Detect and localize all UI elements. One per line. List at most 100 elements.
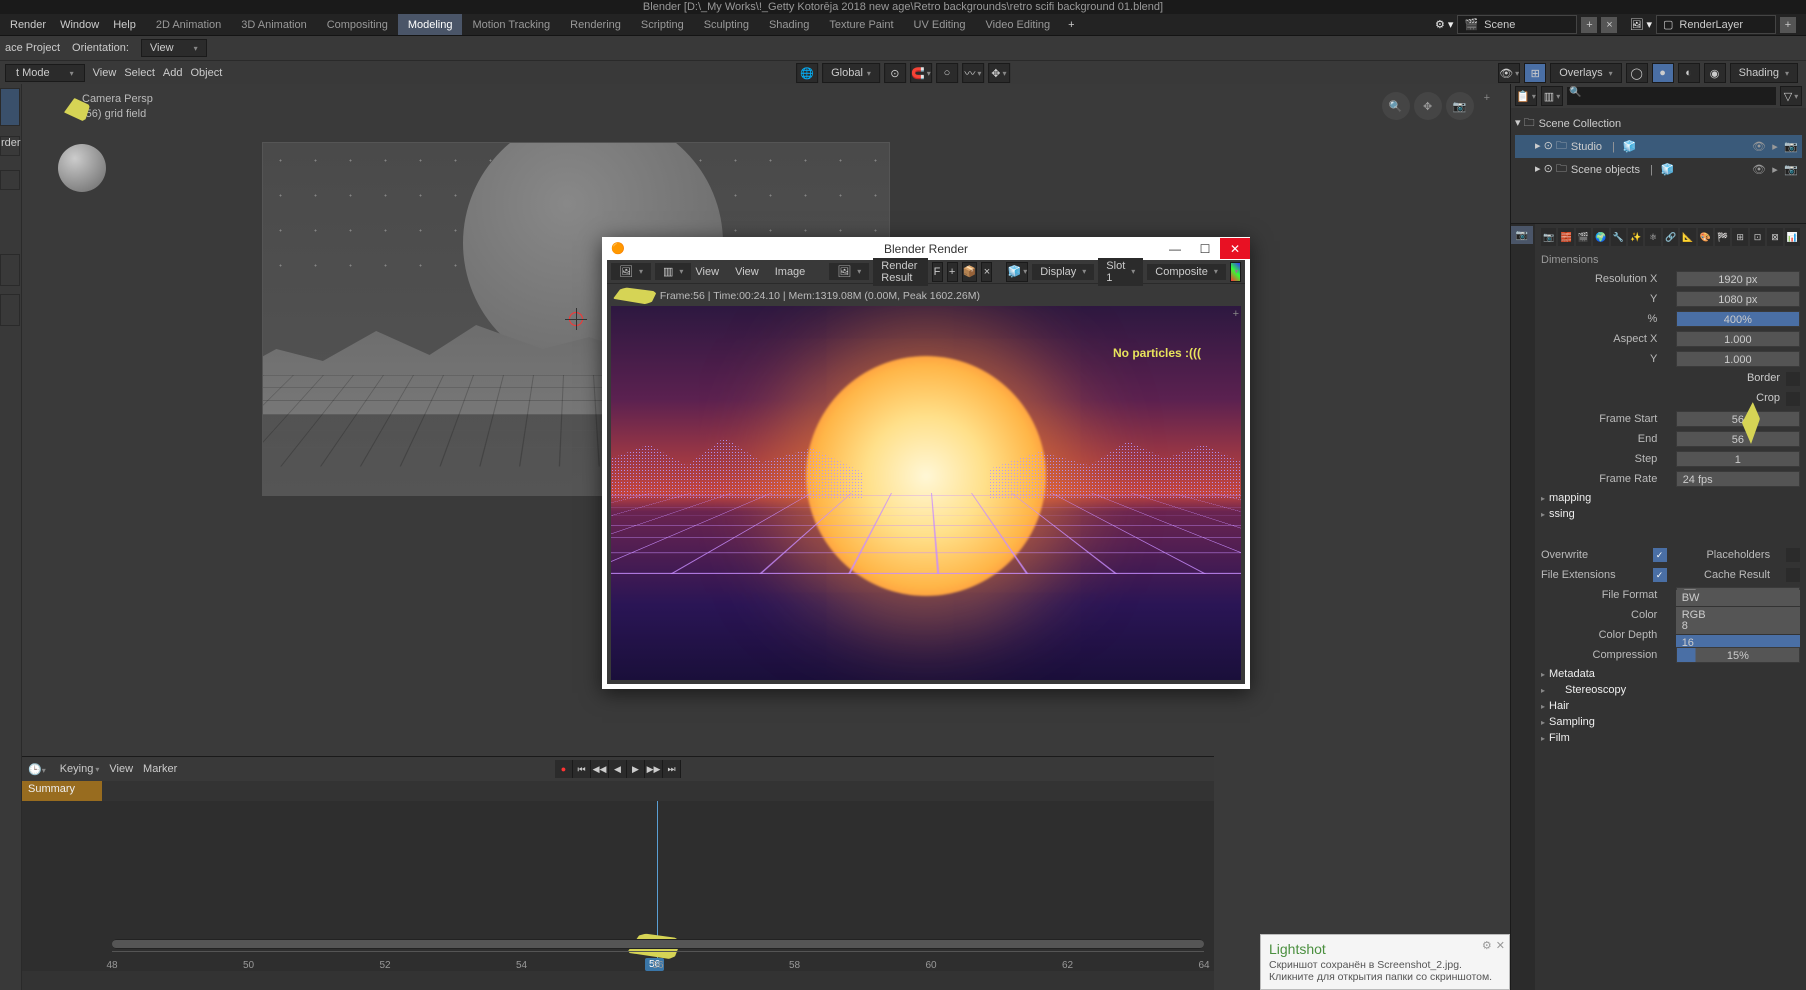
tool-rotate[interactable] <box>0 254 20 286</box>
outliner-search[interactable] <box>1567 87 1776 105</box>
placeholders-checkbox[interactable] <box>1786 548 1800 562</box>
color-bw-option[interactable]: BW <box>1676 590 1800 606</box>
close-button[interactable]: ✕ <box>1220 238 1250 259</box>
workspace-tab[interactable]: Sculpting <box>694 14 759 35</box>
ctx-icon[interactable]: ⊠ <box>1767 228 1782 246</box>
image-remove-button[interactable]: × <box>981 262 992 282</box>
frame-end-field[interactable]: 56 <box>1676 431 1800 447</box>
jump-start-button[interactable]: ⏮ <box>573 760 591 778</box>
nav-zoom-icon[interactable]: 🔍 <box>1382 92 1410 120</box>
editor-type-icon[interactable]: 🕒 <box>28 763 50 776</box>
resolution-x-field[interactable]: 1920 px <box>1676 271 1800 287</box>
postprocessing-panel[interactable]: ssing <box>1541 508 1800 520</box>
orientation-global[interactable]: Global <box>822 63 880 83</box>
display-channels-icon[interactable] <box>1230 262 1241 282</box>
render-vis-icon[interactable]: 📷 <box>1784 140 1798 153</box>
add-workspace-button[interactable]: + <box>1060 19 1082 31</box>
sampling-panel[interactable]: Sampling <box>1541 716 1800 728</box>
fake-user-button[interactable]: F <box>932 262 943 282</box>
view3d-view-menu[interactable]: View <box>93 67 117 79</box>
restrict-icon[interactable]: ▸ <box>1768 163 1782 176</box>
proportional-falloff-icon[interactable]: 〰 <box>962 63 984 83</box>
file-extensions-checkbox[interactable]: ✓ <box>1653 568 1667 582</box>
image-pack-icon[interactable]: 📦 <box>962 262 978 282</box>
slot-dropdown[interactable]: Slot 1 <box>1098 258 1143 286</box>
ctx-icon[interactable]: 🔗 <box>1663 228 1678 246</box>
stereoscopy-panel[interactable]: Stereoscopy <box>1541 684 1800 696</box>
display-dropdown[interactable]: Display <box>1032 264 1094 280</box>
timeline-scrollbar[interactable] <box>112 939 1204 949</box>
hair-panel[interactable]: Hair <box>1541 700 1800 712</box>
tree-row[interactable]: ▸ ⊙ 🗀 Studio|🧊👁▸📷 <box>1515 135 1802 158</box>
visibility-icon[interactable]: 👁 <box>1498 63 1520 83</box>
viewport-expand-icon[interactable]: + <box>1233 308 1239 320</box>
maximize-button[interactable]: ☐ <box>1190 238 1220 259</box>
ctx-icon[interactable]: 📐 <box>1680 228 1695 246</box>
renderlayer-field[interactable]: ▢RenderLayer <box>1656 15 1776 34</box>
workspace-tab[interactable]: UV Editing <box>904 14 976 35</box>
ctx-icon[interactable]: 🔧 <box>1611 228 1626 246</box>
editor-type-icon[interactable]: 🖼 <box>611 263 651 280</box>
jump-end-button[interactable]: ⏭ <box>663 760 681 778</box>
proportional-icon[interactable]: ○ <box>936 63 958 83</box>
nav-pan-icon[interactable]: ✥ <box>1414 92 1442 120</box>
view3d-object-menu[interactable]: Object <box>190 67 222 79</box>
aspect-y-field[interactable]: 1.000 <box>1676 351 1800 367</box>
minimize-button[interactable]: — <box>1160 238 1190 259</box>
scene-new-button[interactable]: + <box>1581 17 1597 33</box>
workspace-tab[interactable]: Scripting <box>631 14 694 35</box>
record-button[interactable]: ● <box>555 760 573 778</box>
frame-step-field[interactable]: 1 <box>1676 451 1800 467</box>
layer-browse-icon[interactable]: 🖼 ▾ <box>1629 18 1652 31</box>
ctx-icon[interactable]: 🎬 <box>1576 228 1591 246</box>
eye-icon[interactable]: 👁 <box>1752 140 1766 153</box>
play-button[interactable]: ▶ <box>627 760 645 778</box>
uv-icon[interactable]: 🧊 <box>1006 262 1028 282</box>
gizmo-icon[interactable]: ✥ <box>988 63 1010 83</box>
image-image-menu[interactable]: Image <box>775 266 806 278</box>
viewport-expand-icon[interactable]: + <box>1484 92 1490 120</box>
shading-lookdev[interactable]: ◐ <box>1678 63 1700 83</box>
menu-help[interactable]: Help <box>113 19 136 31</box>
play-reverse-button[interactable]: ◀ <box>609 760 627 778</box>
timeline-view-menu[interactable]: View <box>109 763 133 775</box>
restrict-icon[interactable]: ▸ <box>1768 140 1782 153</box>
film-panel[interactable]: Film <box>1541 732 1800 744</box>
outliner-filter-icon[interactable]: ▽ <box>1780 86 1802 106</box>
image-view-menu[interactable]: View <box>695 266 719 278</box>
depth-8-option[interactable]: 8 <box>1676 618 1800 634</box>
snap-icon[interactable]: 🧲 <box>910 63 932 83</box>
overwrite-checkbox[interactable]: ✓ <box>1653 548 1667 562</box>
menu-window[interactable]: Window <box>60 19 99 31</box>
timeline-marker-menu[interactable]: Marker <box>143 763 177 775</box>
view3d-select-menu[interactable]: Select <box>124 67 155 79</box>
resolution-percent-field[interactable]: 400% <box>1676 311 1800 327</box>
ctx-icon[interactable]: 📊 <box>1785 228 1800 246</box>
frame-start-field[interactable]: 56 <box>1676 411 1800 427</box>
tool-move[interactable] <box>0 170 20 190</box>
workspace-tab[interactable]: Rendering <box>560 14 631 35</box>
image-view2-menu[interactable]: View <box>735 266 759 278</box>
eye-icon[interactable]: 👁 <box>1752 163 1766 176</box>
image-browse-icon[interactable]: 🖼 <box>829 263 869 280</box>
keyframe-prev-button[interactable]: ◀◀ <box>591 760 609 778</box>
tree-row[interactable]: ▸ ⊙ 🗀 Scene objects|🧊👁▸📷 <box>1515 158 1802 181</box>
workspace-tab[interactable]: Modeling <box>398 14 463 35</box>
scene-name-field[interactable]: 🎬Scene <box>1457 15 1577 34</box>
tool-scale[interactable] <box>0 294 20 326</box>
workspace-tab[interactable]: Motion Tracking <box>462 14 560 35</box>
pass-dropdown[interactable]: Composite <box>1147 264 1226 280</box>
frame-rate-field[interactable]: 24 fps <box>1676 471 1800 487</box>
render-image[interactable]: No particles :((( + <box>611 306 1241 680</box>
tree-collection-root[interactable]: ▾ 🗀 Scene Collection <box>1515 112 1802 135</box>
lightshot-close-icon[interactable]: ✕ <box>1496 939 1505 952</box>
overlays-dropdown[interactable]: Overlays <box>1550 63 1621 83</box>
mode-select[interactable]: t Mode <box>5 64 85 82</box>
ctx-icon[interactable]: ⊞ <box>1732 228 1747 246</box>
metadata-panel[interactable]: Metadata <box>1541 668 1800 680</box>
shading-solid[interactable]: ● <box>1652 63 1674 83</box>
outliner-display-mode[interactable]: ▥ <box>1541 86 1563 106</box>
workspace-tab[interactable]: Texture Paint <box>819 14 903 35</box>
shading-dropdown[interactable]: Shading <box>1730 63 1798 83</box>
overlays-toggle[interactable]: ⊞ <box>1524 63 1546 83</box>
